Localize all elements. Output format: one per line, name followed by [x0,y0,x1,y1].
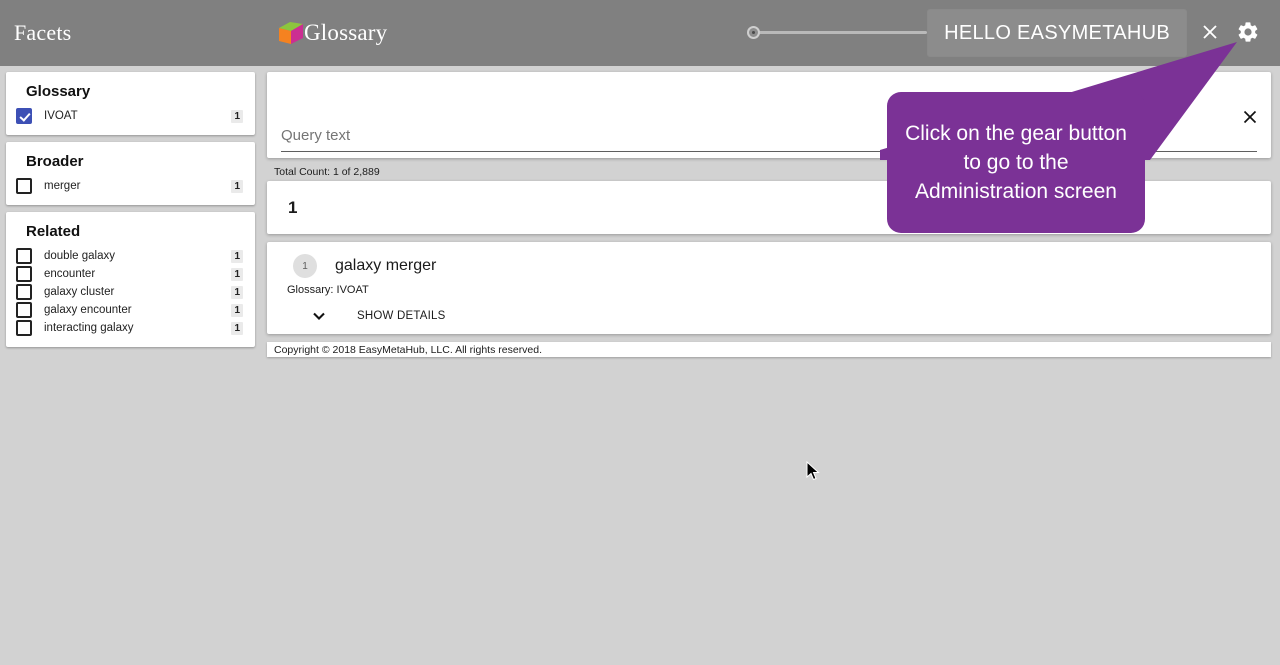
facet-item-label: encounter [44,268,96,280]
hello-user-button[interactable]: HELLO EASYMETAHUB [927,9,1187,57]
facet-item-merger[interactable]: merger 1 [16,177,245,195]
result-subtitle: Glossary: IVOAT [287,284,369,296]
show-details-label: SHOW DETAILS [357,310,446,322]
facets-sidebar: Facets Glossary IVOAT 1 Broader merger 1… [0,0,260,665]
facet-item-galaxy-encounter[interactable]: galaxy encounter 1 [16,301,245,319]
tooltip-text: Click on the gear button to go to the Ad… [905,122,1127,203]
facet-item-count: 1 [231,303,243,317]
gear-icon [1238,22,1258,42]
checkbox-merger[interactable] [16,178,32,194]
result-badge: 1 [293,254,317,278]
facet-item-label: merger [44,180,81,192]
header-close-button[interactable] [1196,18,1224,46]
facet-item-label: double galaxy [44,250,115,262]
tooltip-callout[interactable]: Click on the gear button to go to the Ad… [887,92,1145,233]
brand: Glossary [260,18,387,48]
query-clear-button[interactable] [1239,106,1261,128]
close-icon [1203,25,1217,39]
facet-item-encounter[interactable]: encounter 1 [16,265,245,283]
facet-panel-title: Related [26,223,81,240]
facet-item-label: galaxy encounter [44,304,132,316]
slider-thumb[interactable] [747,26,760,39]
page-number[interactable]: 1 [288,198,297,218]
checkbox-double-galaxy[interactable] [16,248,32,264]
facet-item-ivoat[interactable]: IVOAT 1 [16,107,245,125]
facet-panel-title: Glossary [26,83,91,100]
show-details-button[interactable]: SHOW DETAILS [309,306,1257,326]
facet-item-galaxy-cluster[interactable]: galaxy cluster 1 [16,283,245,301]
facet-panel-glossary: Glossary IVOAT 1 [6,72,255,135]
copyright-text: Copyright © 2018 EasyMetaHub, LLC. All r… [274,343,543,356]
facet-item-count: 1 [231,179,243,193]
facet-panel-related: Related double galaxy 1 encounter 1 gala… [6,212,255,347]
result-title[interactable]: galaxy merger [335,257,436,275]
facet-panel-broader: Broader merger 1 [6,142,255,205]
facet-item-label: interacting galaxy [44,322,134,334]
mouse-cursor [806,461,820,481]
checkbox-galaxy-cluster[interactable] [16,284,32,300]
facet-item-count: 1 [231,109,243,123]
admin-gear-button[interactable] [1234,18,1262,46]
result-header: 1 galaxy merger [281,254,1257,278]
app-header: Glossary HELLO EASYMETAHUB [260,0,1280,66]
checkbox-encounter[interactable] [16,266,32,282]
facet-item-label: IVOAT [44,110,78,122]
facet-item-count: 1 [231,249,243,263]
result-card[interactable]: 1 galaxy merger Glossary: IVOAT SHOW DET… [267,242,1271,334]
checkbox-interacting-galaxy[interactable] [16,320,32,336]
facet-item-count: 1 [231,285,243,299]
facet-item-double-galaxy[interactable]: double galaxy 1 [16,247,245,265]
checkbox-galaxy-encounter[interactable] [16,302,32,318]
slider-track[interactable] [755,31,927,34]
facet-item-label: galaxy cluster [44,286,115,298]
checkbox-ivoat[interactable] [16,108,32,124]
chevron-wrap [309,306,329,326]
copyright-footer: Copyright © 2018 EasyMetaHub, LLC. All r… [267,342,1271,357]
facets-title: Facets [14,20,72,45]
chevron-down-icon [313,312,325,320]
facets-header: Facets [0,0,260,66]
zoom-slider[interactable] [747,26,927,40]
facet-item-count: 1 [231,321,243,335]
facet-panel-title: Broader [26,153,84,170]
close-icon [1243,110,1257,124]
app-root: Facets Glossary IVOAT 1 Broader merger 1… [0,0,1280,665]
facet-item-interacting-galaxy[interactable]: interacting galaxy 1 [16,319,245,337]
cube-logo-icon [279,22,303,44]
brand-name: Glossary [304,20,388,45]
facet-item-count: 1 [231,267,243,281]
